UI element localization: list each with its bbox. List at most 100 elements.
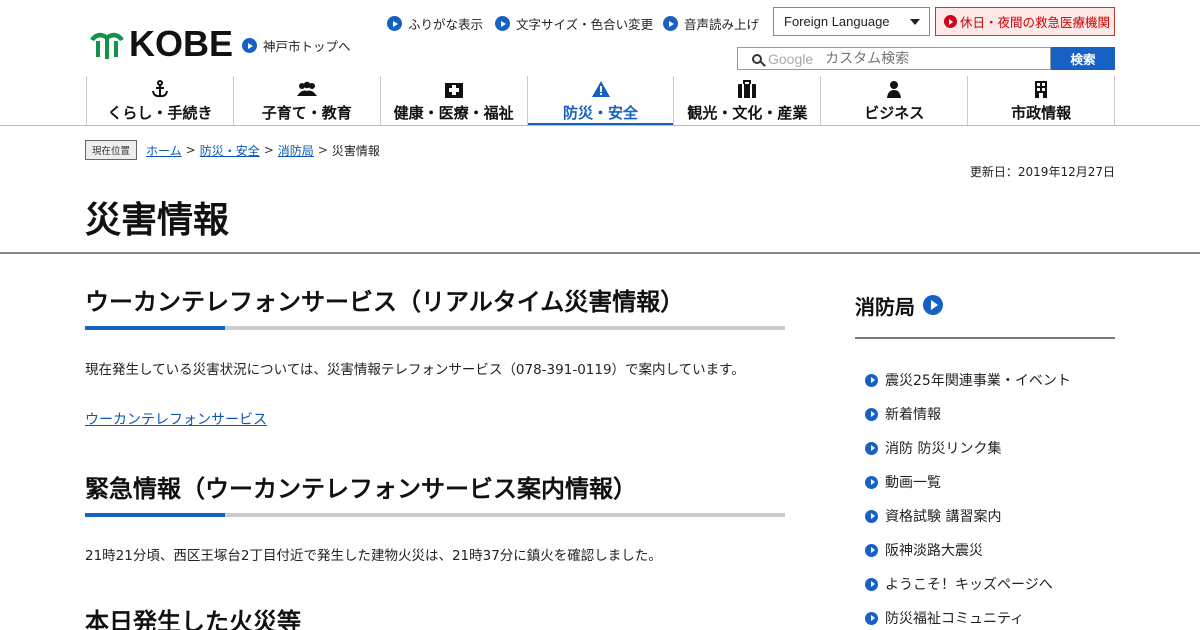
emergency-medical-label: 休日・夜間の救急医療機関 xyxy=(960,15,1111,30)
section-heading-telephone-service: ウーカンテレフォンサービス（リアルタイム災害情報） xyxy=(85,288,685,316)
arrow-circle-icon xyxy=(865,509,878,523)
kobe-logo[interactable]: KOBE xyxy=(87,23,234,64)
breadcrumb-separator: > xyxy=(317,143,328,157)
arrow-circle-icon xyxy=(865,475,878,489)
breadcrumb-home[interactable]: ホーム xyxy=(146,142,182,159)
read-aloud-link[interactable]: 音声読み上げ xyxy=(663,14,759,33)
sidebar-item-label: 資格試験 講習案内 xyxy=(885,509,1002,525)
sidebar-item-label: ようこそ！キッズページへ xyxy=(885,577,1053,593)
main-content: ウーカンテレフォンサービス（リアルタイム災害情報） 現在発生している災害状況につ… xyxy=(85,282,785,630)
telephone-service-text: 現在発生している災害状況については、災害情報テレフォンサービス（078-391-… xyxy=(85,362,745,378)
sidebar-item[interactable]: 資格試験 講習案内 xyxy=(855,499,1115,533)
nav-item-health[interactable]: 健康・医療・福祉 xyxy=(381,76,528,125)
nav-item-tourism[interactable]: 観光・文化・産業 xyxy=(674,76,822,125)
sidebar-item[interactable]: 新着情報 xyxy=(855,397,1115,431)
suitcase-icon xyxy=(737,80,757,98)
search-icon xyxy=(752,53,762,64)
section-heading-emergency-info: 緊急情報（ウーカンテレフォンサービス案内情報） xyxy=(85,475,637,503)
sidebar-item-label: 新着情報 xyxy=(885,407,941,423)
sidebar-heading: 消防局 xyxy=(855,294,915,319)
arrow-circle-icon xyxy=(865,441,878,455)
person-icon xyxy=(885,80,903,98)
nav-label: ビジネス xyxy=(864,104,925,122)
breadcrumb-disaster-safety[interactable]: 防災・安全 xyxy=(200,142,260,159)
warning-icon xyxy=(591,80,611,98)
search-input[interactable] xyxy=(825,50,1046,67)
sidebar-item[interactable]: ようこそ！キッズページへ xyxy=(855,567,1115,601)
nav-item-city-admin[interactable]: 市政情報 xyxy=(968,76,1116,125)
people-icon xyxy=(296,80,318,98)
sidebar-item[interactable]: 防災福祉コミュニティ xyxy=(855,601,1115,630)
nav-label: 健康・医療・福祉 xyxy=(393,104,514,122)
telephone-service-link[interactable]: ウーカンテレフォンサービス xyxy=(85,409,267,429)
sidebar-item[interactable]: 震災25年関連事業・イベント xyxy=(855,363,1115,397)
sidebar-item-label: 震災25年関連事業・イベント xyxy=(885,373,1071,389)
arrow-circle-icon xyxy=(865,577,878,591)
search-field[interactable]: Google xyxy=(737,47,1051,70)
sidebar-divider xyxy=(855,337,1115,339)
sidebar-item[interactable]: 阪神淡路大震災 xyxy=(855,533,1115,567)
search-button[interactable]: 検索 xyxy=(1051,47,1115,70)
arrow-circle-icon xyxy=(865,543,878,557)
city-top-link[interactable]: 神戸市トップへ xyxy=(242,36,351,55)
arrow-circle-icon xyxy=(944,15,957,28)
foreign-language-select[interactable]: Foreign Language xyxy=(773,7,930,36)
heading-underline xyxy=(85,326,785,330)
nav-label: 子育て・教育 xyxy=(261,104,352,122)
emergency-medical-link[interactable]: 休日・夜間の救急医療機関 xyxy=(935,7,1115,36)
breadcrumb-separator: > xyxy=(185,143,196,157)
sidebar-item[interactable]: 消防 防災リンク集 xyxy=(855,431,1115,465)
sidebar-heading-link[interactable]: 消防局 xyxy=(855,292,1115,319)
chevron-down-icon xyxy=(910,19,920,25)
breadcrumb: 現在位置 ホーム > 防災・安全 > 消防局 > 災害情報 xyxy=(85,140,380,160)
nav-divider xyxy=(0,125,1200,126)
breadcrumb-current: 災害情報 xyxy=(331,143,380,158)
nav-item-business[interactable]: ビジネス xyxy=(821,76,969,125)
arrow-circle-icon xyxy=(923,295,943,315)
logo-text: KOBE xyxy=(129,23,234,64)
read-aloud-label: 音声読み上げ xyxy=(684,17,760,32)
sidebar: 消防局 震災25年関連事業・イベント 新着情報 消防 防災リンク集 動画一覧 資… xyxy=(855,292,1115,630)
google-brand: Google xyxy=(768,50,814,67)
nav-label: くらし・手続き xyxy=(107,104,213,122)
section-heading-today-fires: 本日発生した火災等 xyxy=(85,608,301,630)
hospital-icon xyxy=(444,80,464,98)
furigana-link[interactable]: ふりがな表示 xyxy=(387,14,483,33)
language-select-value: Foreign Language xyxy=(784,14,890,29)
kobe-emblem-icon xyxy=(90,32,124,59)
arrow-circle-icon xyxy=(495,16,510,31)
sidebar-list: 震災25年関連事業・イベント 新着情報 消防 防災リンク集 動画一覧 資格試験 … xyxy=(855,363,1115,630)
arrow-circle-icon xyxy=(242,38,257,53)
furigana-label: ふりがな表示 xyxy=(408,17,484,32)
arrow-circle-icon xyxy=(663,16,678,31)
nav-item-living[interactable]: くらし・手続き xyxy=(87,76,234,125)
sidebar-item-label: 阪神淡路大震災 xyxy=(885,543,983,559)
sidebar-item-label: 動画一覧 xyxy=(885,475,941,491)
nav-label: 観光・文化・産業 xyxy=(687,104,808,122)
nav-item-childcare[interactable]: 子育て・教育 xyxy=(234,76,381,125)
anchor-icon xyxy=(151,80,169,98)
sidebar-item-label: 防災福祉コミュニティ xyxy=(885,611,1025,627)
arrow-circle-icon xyxy=(865,407,878,421)
heading-underline xyxy=(85,513,785,517)
text-size-label: 文字サイズ・色合い変更 xyxy=(516,17,654,32)
sidebar-item-label: 消防 防災リンク集 xyxy=(885,441,1002,457)
nav-item-disaster-safety[interactable]: 防災・安全 xyxy=(527,76,675,126)
breadcrumb-separator: > xyxy=(263,143,274,157)
global-nav: くらし・手続き 子育て・教育 健康・医療・福祉 防災・安全 観光・文化・産業 ビ… xyxy=(86,76,1116,126)
page-title: 災害情報 xyxy=(85,200,230,241)
arrow-circle-icon xyxy=(865,373,878,387)
city-top-label: 神戸市トップへ xyxy=(263,39,351,54)
nav-label: 市政情報 xyxy=(1011,104,1072,122)
breadcrumb-fire-bureau[interactable]: 消防局 xyxy=(278,142,314,159)
sidebar-item[interactable]: 動画一覧 xyxy=(855,465,1115,499)
arrow-circle-icon xyxy=(865,611,878,625)
building-icon xyxy=(1033,80,1049,98)
text-size-link[interactable]: 文字サイズ・色合い変更 xyxy=(495,14,653,33)
nav-label: 防災・安全 xyxy=(563,104,639,122)
updated-date: 更新日：2019年12月27日 xyxy=(969,165,1115,179)
current-location-badge: 現在位置 xyxy=(85,140,138,160)
arrow-circle-icon xyxy=(387,16,402,31)
emergency-info-text: 21時21分頃、西区王塚台2丁目付近で発生した建物火災は、21時37分に鎮火を確… xyxy=(85,548,662,564)
title-divider xyxy=(0,252,1200,254)
